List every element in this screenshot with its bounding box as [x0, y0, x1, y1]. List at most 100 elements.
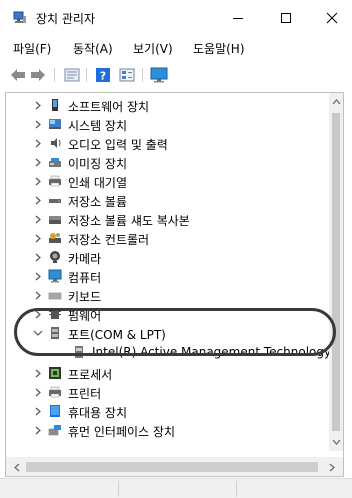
tree-node-software-devices[interactable]: 소프트웨어 장치 — [6, 95, 326, 115]
tree-node-label: 이미징 장치 — [68, 157, 128, 171]
chevron-right-icon[interactable] — [32, 423, 44, 437]
print-queue-icon — [49, 175, 61, 187]
back-arrow-icon — [11, 69, 25, 81]
tree-node-portable-devices[interactable]: 휴대용 장치 — [6, 401, 326, 421]
tree-node-firmware[interactable]: 펌웨어 — [6, 304, 326, 324]
tree-node-label: 프로세서 — [68, 368, 113, 382]
chevron-left-icon — [14, 463, 20, 471]
menu-view[interactable]: 보기(V) — [133, 40, 173, 57]
chevron-right-icon[interactable] — [32, 385, 44, 399]
audio-icon — [51, 138, 61, 148]
tree-node-label: 포트(COM & LPT) — [68, 328, 166, 342]
minimize-button[interactable] — [226, 8, 250, 28]
scroll-up-button[interactable] — [329, 95, 343, 109]
back-button[interactable] — [9, 66, 27, 84]
device-tree[interactable]: 소프트웨어 장치 시스템 장치 오디오 입력 및 출력 이미징 장치 인쇄 대기… — [5, 92, 344, 477]
chevron-right-icon[interactable] — [32, 404, 44, 418]
tree-node-printers[interactable]: 프린터 — [6, 382, 326, 402]
chevron-right-icon[interactable] — [32, 366, 44, 380]
tree-node-ports[interactable]: 포트(COM & LPT) — [6, 323, 326, 343]
hid-icon — [48, 425, 61, 436]
tree-node-label: 휴먼 인터페이스 장치 — [68, 425, 175, 439]
tree-node-system-devices[interactable]: 시스템 장치 — [6, 114, 326, 134]
menu-bar: 파일(F) 동작(A) 보기(V) 도움말(H) — [0, 36, 352, 58]
tree-node-imaging[interactable]: 이미징 장치 — [6, 152, 326, 172]
camera-icon — [50, 251, 60, 263]
close-icon — [326, 12, 338, 24]
tree-node-label: 저장소 볼륨 — [68, 195, 128, 209]
tree-node-shadow-copies[interactable]: 저장소 볼륨 섀도 복사본 — [6, 209, 326, 229]
chevron-right-icon — [329, 463, 335, 471]
chevron-right-icon[interactable] — [32, 307, 44, 321]
chevron-right-icon[interactable] — [32, 231, 44, 245]
tree-node-hid[interactable]: 휴먼 인터페이스 장치 — [6, 420, 326, 440]
tree-node-label: 펌웨어 — [68, 309, 102, 323]
tree-node-label: Intel(R) Active Management Technology - … — [92, 345, 343, 359]
tree-node-label: 저장소 볼륨 섀도 복사본 — [68, 214, 190, 228]
chevron-right-icon[interactable] — [32, 250, 44, 264]
firmware-icon — [49, 309, 61, 319]
port-device-icon — [75, 346, 83, 358]
tree-node-label: 소프트웨어 장치 — [68, 100, 150, 114]
tree-node-cameras[interactable]: 카메라 — [6, 247, 326, 267]
tree-node-keyboards[interactable]: 키보드 — [6, 285, 326, 305]
svg-text:?: ? — [100, 70, 106, 83]
chevron-right-icon[interactable] — [32, 117, 44, 131]
device-manager-icon — [13, 11, 26, 23]
chevron-up-icon — [332, 99, 340, 105]
tree-node-label: 프린터 — [68, 387, 102, 401]
tree-node-audio[interactable]: 오디오 입력 및 출력 — [6, 133, 326, 153]
tree-node-label: 오디오 입력 및 출력 — [68, 138, 168, 152]
tree-node-processors[interactable]: 프로세서 — [6, 363, 326, 383]
view-button[interactable] — [118, 66, 136, 84]
help-button[interactable]: ? — [94, 66, 112, 84]
toolbar-separator — [86, 68, 87, 82]
chevron-right-icon[interactable] — [32, 269, 44, 283]
forward-button[interactable] — [29, 66, 47, 84]
help-icon: ? — [96, 68, 110, 83]
tree-node-port-device[interactable]: Intel(R) Active Management Technology - … — [6, 342, 343, 362]
toolbar-separator — [54, 68, 55, 82]
storage-controller-icon — [49, 233, 61, 243]
tree-node-label: 저장소 컨트롤러 — [68, 233, 150, 247]
scroll-left-button[interactable] — [10, 460, 24, 474]
properties-icon — [64, 68, 80, 82]
properties-button[interactable] — [63, 66, 81, 84]
close-button[interactable] — [320, 8, 344, 28]
tree-node-label: 휴대용 장치 — [68, 406, 128, 420]
chevron-right-icon[interactable] — [32, 288, 44, 302]
processor-icon — [49, 367, 61, 379]
chevron-right-icon[interactable] — [32, 174, 44, 188]
horizontal-scrollbar[interactable] — [6, 457, 343, 476]
chevron-right-icon[interactable] — [32, 98, 44, 112]
menu-action[interactable]: 동작(A) — [73, 40, 113, 57]
maximize-button[interactable] — [274, 8, 298, 28]
chevron-right-icon[interactable] — [32, 193, 44, 207]
vertical-scroll-thumb[interactable] — [332, 113, 340, 431]
tree-node-computer[interactable]: 컴퓨터 — [6, 266, 326, 286]
chevron-right-icon[interactable] — [32, 155, 44, 169]
vertical-scrollbar[interactable] — [329, 93, 343, 451]
toolbar: ? — [0, 62, 352, 88]
tree-node-label: 시스템 장치 — [68, 119, 128, 133]
title-bar: 장치 관리자 — [0, 0, 352, 34]
tree-node-label: 인쇄 대기열 — [68, 176, 128, 190]
scroll-down-button[interactable] — [329, 435, 343, 449]
tree-node-storage-volumes[interactable]: 저장소 볼륨 — [6, 190, 326, 210]
tree-node-label: 키보드 — [68, 290, 102, 304]
forward-arrow-icon — [31, 69, 45, 81]
system-device-icon — [49, 119, 61, 129]
status-divider — [118, 481, 119, 497]
chevron-right-icon[interactable] — [32, 136, 44, 150]
chevron-down-icon[interactable] — [32, 326, 44, 340]
chevron-right-icon[interactable] — [32, 212, 44, 226]
menu-help[interactable]: 도움말(H) — [193, 40, 245, 57]
horizontal-scroll-thumb[interactable] — [26, 462, 318, 472]
tree-node-storage-controllers[interactable]: 저장소 컨트롤러 — [6, 228, 326, 248]
scroll-right-button[interactable] — [325, 460, 339, 474]
tree-node-print-queue[interactable]: 인쇄 대기열 — [6, 171, 326, 191]
printer-icon — [49, 386, 61, 398]
computer-icon — [48, 269, 62, 283]
scan-hardware-button[interactable] — [150, 66, 168, 84]
menu-file[interactable]: 파일(F) — [13, 40, 51, 57]
